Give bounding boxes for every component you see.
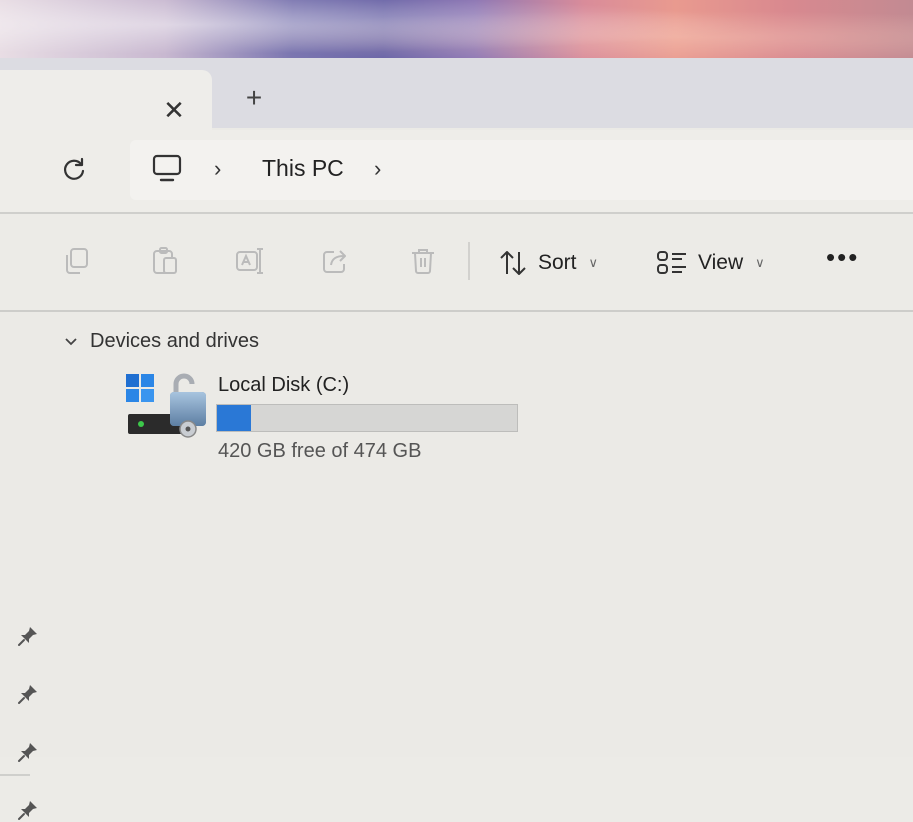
- drive-name: Local Disk (C:): [218, 374, 350, 396]
- breadcrumb-separator-icon[interactable]: ›: [214, 156, 221, 182]
- chevron-down-icon: [65, 337, 77, 345]
- pin-icon[interactable]: [16, 682, 40, 706]
- sort-icon: [500, 251, 526, 275]
- new-tab-button[interactable]: +: [240, 82, 268, 114]
- share-icon[interactable]: [320, 246, 350, 276]
- sidebar-divider: [0, 774, 30, 776]
- refresh-button[interactable]: [58, 154, 90, 186]
- paste-icon[interactable]: [150, 246, 180, 276]
- breadcrumb-item-this-pc[interactable]: This PC: [262, 155, 344, 182]
- group-header-devices-and-drives[interactable]: Devices and drives: [64, 330, 259, 353]
- file-explorer-window: ✕ + › This PC › Sort ∨ View ∨ ••• Device…: [0, 58, 913, 820]
- address-bar-row: › This PC ›: [0, 130, 913, 214]
- view-button[interactable]: View ∨: [656, 248, 765, 278]
- group-label: Devices and drives: [90, 330, 259, 352]
- file-list-pane: Devices and drives Local Disk (C:) 420 G…: [0, 312, 913, 820]
- pin-icon[interactable]: [16, 798, 40, 822]
- toolbar-divider: [468, 242, 470, 280]
- chevron-down-icon: ∨: [588, 255, 599, 270]
- delete-icon[interactable]: [408, 246, 438, 276]
- desktop-wallpaper: [0, 0, 913, 62]
- rename-icon[interactable]: [234, 246, 264, 276]
- view-label: View: [698, 251, 744, 274]
- chevron-down-icon: ∨: [755, 255, 765, 270]
- tab-this-pc[interactable]: ✕: [0, 70, 212, 130]
- breadcrumb-chevron-icon[interactable]: ›: [374, 156, 381, 182]
- close-tab-button[interactable]: ✕: [160, 96, 188, 124]
- bitlocker-drive-icon: [126, 373, 206, 438]
- tab-strip: ✕ +: [0, 58, 913, 130]
- breadcrumb[interactable]: › This PC ›: [130, 140, 913, 200]
- sort-button[interactable]: Sort ∨: [498, 248, 598, 278]
- more-options-button[interactable]: •••: [826, 242, 859, 273]
- pin-icon[interactable]: [16, 624, 40, 648]
- drive-item-local-disk-c[interactable]: Local Disk (C:) 420 GB free of 474 GB: [124, 372, 544, 472]
- pin-icon[interactable]: [16, 740, 40, 764]
- drive-free-space: 420 GB free of 474 GB: [218, 440, 422, 462]
- copy-icon[interactable]: [62, 246, 92, 276]
- sort-label: Sort: [538, 251, 577, 274]
- view-list-icon: [657, 251, 686, 274]
- command-bar: Sort ∨ View ∨ •••: [0, 214, 913, 312]
- drive-usage-fill: [217, 405, 252, 431]
- this-pc-icon: [152, 154, 182, 182]
- drive-usage-bar: [216, 404, 518, 432]
- refresh-icon: [63, 157, 85, 180]
